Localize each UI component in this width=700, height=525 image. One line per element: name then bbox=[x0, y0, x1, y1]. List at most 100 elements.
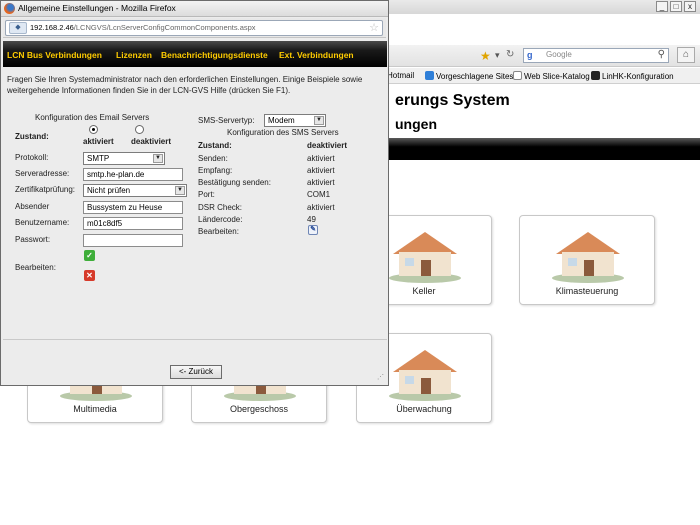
cert-label: Zertifikatprüfung: bbox=[15, 185, 76, 194]
resize-grip-icon[interactable]: ⋰ bbox=[377, 374, 385, 382]
sms-row-label: DSR Check: bbox=[198, 203, 243, 212]
magnifier-icon[interactable]: ⚲ bbox=[658, 49, 665, 60]
page-icon bbox=[513, 71, 522, 80]
user-label: Benutzername: bbox=[15, 218, 70, 227]
user-input[interactable]: m01c8df5 bbox=[83, 217, 183, 230]
tile-label: Klimasteuerung bbox=[555, 286, 619, 296]
linhk-icon bbox=[591, 71, 600, 80]
protocol-select[interactable]: SMTP ▼ bbox=[83, 152, 165, 165]
bookmark-label: Vorgeschlagene Sites bbox=[436, 72, 514, 81]
sms-row-value: aktiviert bbox=[307, 166, 335, 175]
sms-row-label: Ländercode: bbox=[198, 215, 243, 224]
background-menubar bbox=[385, 138, 700, 160]
reload-icon[interactable]: ↻ bbox=[506, 49, 514, 60]
ie-icon bbox=[425, 71, 434, 80]
google-icon: g bbox=[527, 50, 533, 60]
sms-row-value: deaktiviert bbox=[307, 141, 348, 150]
sender-input[interactable]: Bussystem zu Heuse bbox=[83, 201, 183, 214]
bookmark-suggested-sites[interactable]: Vorgeschlagene Sites bbox=[425, 71, 513, 81]
menu-lcn-bus[interactable]: LCN Bus Verbindungen bbox=[7, 50, 102, 60]
tile-label: Multimedia bbox=[73, 404, 117, 414]
chevron-down-icon: ▼ bbox=[314, 116, 324, 125]
sms-row-value: aktiviert bbox=[307, 203, 335, 212]
page-title: erungs System bbox=[395, 92, 510, 109]
house-icon bbox=[389, 350, 461, 401]
search-placeholder: Google bbox=[546, 50, 572, 59]
sms-row-label: Bearbeiten: bbox=[198, 227, 239, 236]
bookmark-web-slice[interactable]: Web Slice-Katalog bbox=[513, 71, 590, 81]
protocol-value: SMTP bbox=[87, 154, 110, 163]
home-icon[interactable]: ⌂ bbox=[677, 47, 695, 63]
tile-label: Überwachung bbox=[396, 404, 452, 414]
background-navbar: ★ ▾ ↻ g Google ⚲ ⌂ bbox=[385, 45, 700, 67]
bookmark-label: Hotmail bbox=[387, 71, 415, 80]
url-host: 192.168.2.46 bbox=[30, 23, 74, 32]
popup-body: LCN Bus Verbindungen Lizenzen Benachrich… bbox=[3, 39, 387, 384]
sms-type-value: Modem bbox=[268, 116, 295, 125]
back-button[interactable]: <- Zurück bbox=[170, 365, 222, 379]
bookmark-hotmail[interactable]: Hotmail bbox=[387, 71, 414, 80]
close-button[interactable]: x bbox=[684, 1, 696, 12]
house-icon bbox=[389, 232, 461, 283]
email-state-off-radio[interactable] bbox=[135, 125, 144, 134]
background-titlebar: _ □ x bbox=[385, 0, 700, 14]
settings-content: Fragen Sie Ihren Systemadministrator nac… bbox=[3, 67, 387, 340]
sms-row-value: COM1 bbox=[307, 190, 331, 199]
popup-title: Allgemeine Einstellungen - Mozilla Firef… bbox=[18, 3, 176, 13]
search-input[interactable]: g Google ⚲ bbox=[523, 48, 669, 63]
cancel-icon[interactable]: ✕ bbox=[84, 270, 95, 281]
password-label: Passwort: bbox=[15, 235, 51, 244]
popup-titlebar: Allgemeine Einstellungen - Mozilla Firef… bbox=[1, 1, 388, 17]
sms-row-label: Port: bbox=[198, 190, 215, 199]
sms-type-label: SMS-Servertyp: bbox=[198, 116, 255, 125]
minimize-button[interactable]: _ bbox=[656, 1, 668, 12]
email-state-label: Zustand: bbox=[15, 132, 49, 141]
url-input[interactable]: ◆ 192.168.2.46/LCNGVS/LcnServerConfigCom… bbox=[5, 20, 383, 36]
confirm-icon[interactable]: ✓ bbox=[84, 250, 95, 261]
sms-row-value: aktiviert bbox=[307, 154, 335, 163]
email-state-on-radio[interactable] bbox=[89, 125, 98, 134]
popup-window: Allgemeine Einstellungen - Mozilla Firef… bbox=[0, 0, 389, 386]
email-state-off-label: deaktiviert bbox=[131, 137, 172, 146]
server-input[interactable]: smtp.he-plan.de bbox=[83, 168, 183, 181]
tile-label: Obergeschoss bbox=[229, 404, 289, 414]
sms-row-label: Zustand: bbox=[198, 141, 232, 150]
bookmark-label: LinHK-Konfiguration bbox=[602, 72, 674, 81]
sms-row-label: Empfang: bbox=[198, 166, 233, 175]
menu-lizenzen[interactable]: Lizenzen bbox=[116, 50, 152, 60]
popup-urlbar: ◆ 192.168.2.46/LCNGVS/LcnServerConfigCom… bbox=[3, 18, 386, 38]
cert-select[interactable]: Nicht prüfen ▼ bbox=[83, 184, 187, 197]
email-heading: Konfiguration des Email Servers bbox=[35, 113, 150, 122]
bookmark-star-icon[interactable]: ☆ bbox=[369, 21, 379, 34]
bookmark-linhk[interactable]: LinHK-Konfiguration bbox=[591, 71, 674, 81]
bookmark-label: Web Slice-Katalog bbox=[524, 72, 590, 81]
dropdown-arrow-icon[interactable]: ▾ bbox=[495, 50, 500, 61]
menu-ext-verbindungen[interactable]: Ext. Verbindungen bbox=[279, 50, 354, 60]
email-state-on-label: aktiviert bbox=[83, 137, 114, 146]
sms-row-value: aktiviert bbox=[307, 178, 335, 187]
settings-menubar: LCN Bus Verbindungen Lizenzen Benachrich… bbox=[3, 41, 387, 67]
server-label: Serveradresse: bbox=[15, 169, 70, 178]
tile-klimasteuerung[interactable]: Klimasteuerung bbox=[519, 215, 655, 305]
cert-value: Nicht prüfen bbox=[87, 186, 131, 195]
bookmark-star-icon[interactable]: ★ bbox=[480, 49, 491, 63]
edit-icon[interactable]: ✎ bbox=[308, 225, 318, 235]
url-text: 192.168.2.46/LCNGVS/LcnServerConfigCommo… bbox=[30, 23, 256, 32]
chevron-down-icon: ▼ bbox=[153, 154, 163, 163]
maximize-button[interactable]: □ bbox=[670, 1, 682, 12]
sms-type-select[interactable]: Modem ▼ bbox=[264, 114, 326, 127]
sms-row-label: Bestätigung senden: bbox=[198, 178, 271, 187]
password-input[interactable] bbox=[83, 234, 183, 247]
sms-row-value: 49 bbox=[307, 215, 316, 224]
menu-benachrichtigungsdienste[interactable]: Benachrichtigungsdienste bbox=[161, 50, 268, 60]
protocol-label: Protokoll: bbox=[15, 153, 49, 162]
sms-row-label: Senden: bbox=[198, 154, 228, 163]
house-icon bbox=[552, 232, 624, 283]
email-edit-label: Bearbeiten: bbox=[15, 263, 56, 272]
firefox-icon bbox=[4, 3, 15, 14]
bookmarks-toolbar: Hotmail Vorgeschlagene Sites Web Slice-K… bbox=[385, 68, 700, 84]
site-identity-icon[interactable]: ◆ bbox=[9, 22, 27, 34]
sms-heading: Konfiguration des SMS Servers bbox=[227, 128, 339, 137]
url-path: /LCNGVS/LcnServerConfigCommonComponents.… bbox=[73, 23, 256, 32]
page-subtitle: ungen bbox=[395, 116, 437, 132]
